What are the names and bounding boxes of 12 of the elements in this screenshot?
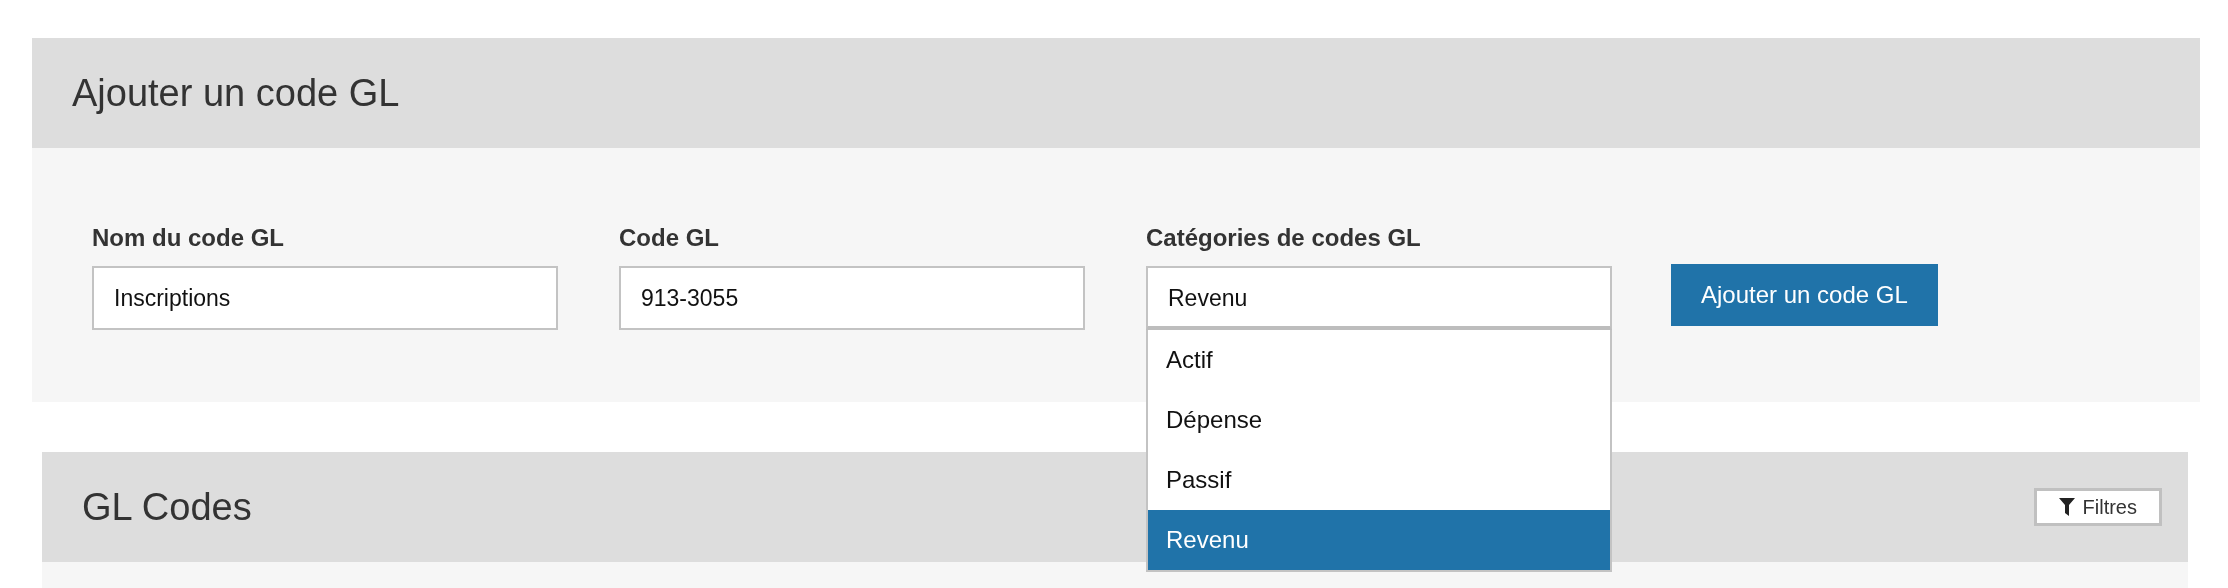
field-label: Nom du code GL	[92, 224, 285, 252]
panel-title: GL Codes	[82, 485, 252, 529]
filter-icon	[2058, 498, 2075, 516]
panel-title: Ajouter un code GL	[72, 71, 400, 115]
select-field[interactable]: Revenu	[1146, 266, 1612, 330]
dropdown-option[interactable]: Revenu	[1148, 510, 1610, 570]
input-field[interactable]: Inscriptions	[92, 266, 558, 330]
field-label: Code GL	[619, 224, 720, 252]
input-field[interactable]: 913-3055	[619, 266, 1085, 330]
add-button[interactable]: Ajouter un code GL	[1671, 264, 1938, 326]
filter-button[interactable]: Filtres	[2033, 488, 2162, 526]
field-label: Catégories de codes GL	[1146, 224, 1422, 252]
